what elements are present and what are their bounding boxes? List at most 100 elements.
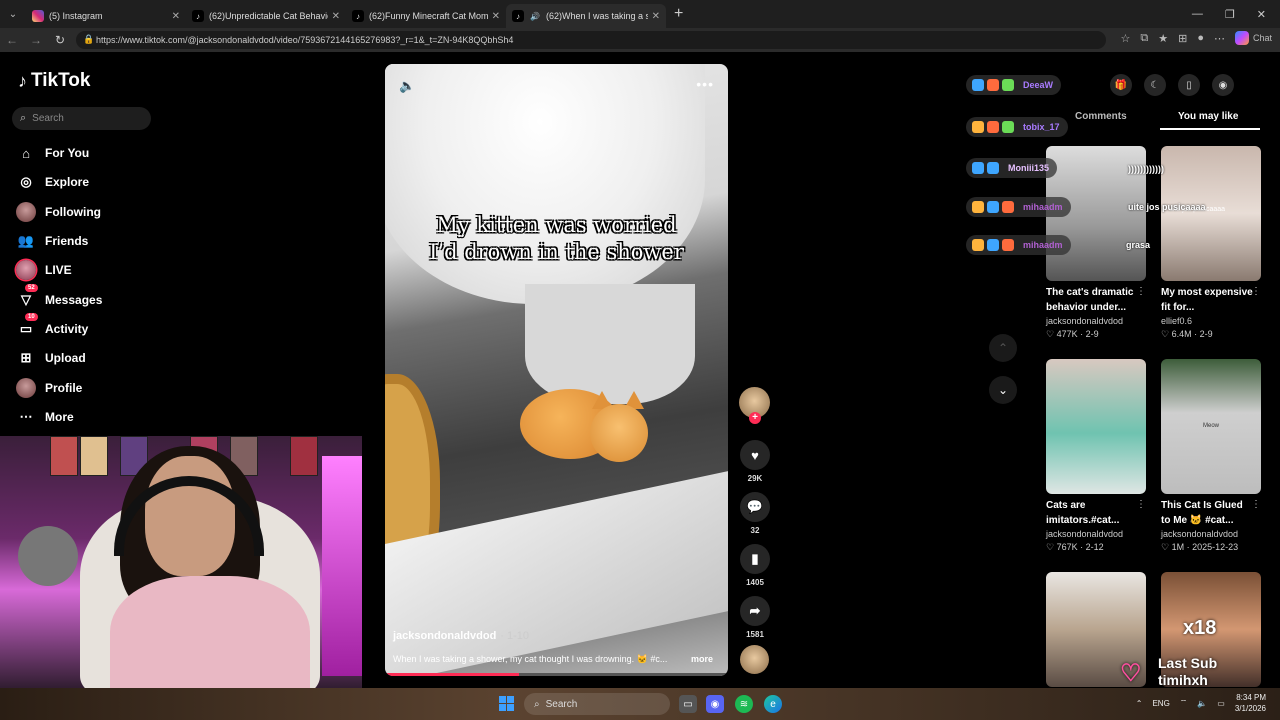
sidebar-item-profile[interactable]: Profile <box>16 377 82 399</box>
close-window-icon[interactable]: ✕ <box>1257 8 1266 21</box>
url-field[interactable]: 🔒 https://www.tiktok.com/@jacksondonaldv… <box>76 31 1106 49</box>
comment-action[interactable]: 💬 32 <box>739 492 771 535</box>
wifi-icon[interactable]: ⌔ <box>1180 698 1188 708</box>
video-player[interactable]: My kitten was worried I’d drown in the s… <box>385 64 728 676</box>
save-action[interactable]: ▮ 1405 <box>739 544 771 587</box>
volume-icon[interactable]: 🔈 <box>1197 699 1207 708</box>
sidebar-item-live[interactable]: LIVE <box>16 259 72 281</box>
card-author[interactable]: ellief0.6 <box>1161 316 1261 326</box>
new-tab-button[interactable]: + <box>674 5 683 23</box>
maximize-icon[interactable]: ❐ <box>1225 8 1235 21</box>
extensions-icon[interactable]: ⧉ <box>1140 32 1148 45</box>
settings-more-icon[interactable]: ⋯ <box>1214 32 1225 45</box>
share-action[interactable]: ➦ 1581 <box>739 596 771 639</box>
clock[interactable]: 8:34 PM 3/1/2026 <box>1235 692 1266 714</box>
card-more-icon[interactable]: ⋮ <box>1251 286 1261 297</box>
video-author[interactable]: jacksondonaldvdod · 1-10 <box>393 630 529 642</box>
sidebar-item-messages[interactable]: ▽ 52 Messages <box>16 284 103 311</box>
minimize-icon[interactable]: — <box>1192 8 1203 20</box>
favorite-star-icon[interactable]: ☆ <box>1121 32 1131 45</box>
copilot-chat-button[interactable]: Chat <box>1234 31 1272 45</box>
lock-icon[interactable]: 🔒 <box>83 34 94 45</box>
close-tab-icon[interactable]: ✕ <box>172 11 180 22</box>
tab-comments[interactable]: Comments <box>1075 111 1127 122</box>
refresh-icon[interactable]: ↻ <box>48 33 72 47</box>
sidebar-item-explore[interactable]: ◎ Explore <box>16 171 89 193</box>
close-tab-icon[interactable]: ✕ <box>332 11 340 22</box>
card-thumbnail[interactable]: Meow <box>1161 359 1261 494</box>
card-more-icon[interactable]: ⋮ <box>1136 286 1146 297</box>
follow-plus-icon[interactable]: + <box>749 412 761 424</box>
card-title[interactable]: This Cat Is Glued to Me 🐱 #cat... <box>1161 498 1261 528</box>
collections-icon[interactable]: ⊞ <box>1178 32 1187 45</box>
forward-icon[interactable]: → <box>24 33 48 47</box>
badge-icon <box>987 79 999 91</box>
sidebar-item-activity[interactable]: ▭ 10 Activity <box>16 313 88 340</box>
card-author[interactable]: jacksondonaldvdod <box>1161 529 1261 539</box>
favorites-icon[interactable]: ★ <box>1158 32 1168 45</box>
card-title[interactable]: My most expensive fit for... <box>1161 285 1261 315</box>
recommended-card[interactable]: ⋮ Cats are imitators.#cat... jacksondona… <box>1046 359 1146 553</box>
tray-chevron-icon[interactable]: ⌃ <box>1136 699 1143 708</box>
chat-message: uite jos pusicaaaa <box>1128 202 1206 212</box>
user-avatar[interactable]: ◉ <box>1212 74 1234 96</box>
recommended-card[interactable]: Meow ⋮ This Cat Is Glued to Me 🐱 #cat...… <box>1161 359 1261 553</box>
card-title[interactable]: Cats are imitators.#cat... <box>1046 498 1146 528</box>
comment-icon[interactable]: 💬 <box>740 492 770 522</box>
speaker-icon[interactable]: 🔊 <box>529 10 541 22</box>
author-name[interactable]: jacksondonaldvdod <box>393 630 496 642</box>
tiktok-note-icon: ♪ <box>18 70 27 91</box>
video-progress-bar[interactable] <box>385 673 728 676</box>
like-action[interactable]: ♥ 29K <box>739 440 771 483</box>
moon-icon[interactable]: ☾ <box>1144 74 1166 96</box>
tab-you-may-like[interactable]: You may like <box>1178 111 1238 122</box>
card-thumbnail[interactable]: uite jos pusicaaaa <box>1161 146 1261 281</box>
card-title[interactable]: The cat's dramatic behavior under... <box>1046 285 1146 315</box>
card-more-icon[interactable]: ⋮ <box>1251 499 1261 510</box>
profile-icon[interactable]: ● <box>1197 32 1204 44</box>
sidebar-item-following[interactable]: Following <box>16 201 101 223</box>
sound-avatar[interactable] <box>740 645 769 674</box>
chat-row: mihaadm <box>966 197 1071 217</box>
sidebar-item-for-you[interactable]: ⌂ For You <box>16 142 89 164</box>
browser-tab-tiktok-1[interactable]: ♪ (62)Unpredictable Cat Behavior th ✕ <box>186 4 346 28</box>
share-icon[interactable]: ➦ <box>740 596 770 626</box>
gift-icon[interactable]: 🎁 <box>1110 74 1132 96</box>
volume-icon[interactable]: 🔈 <box>399 78 415 94</box>
description-more-link[interactable]: more <box>691 654 713 665</box>
browser-tab-tiktok-2[interactable]: ♪ (62)Funny Minecraft Cat Moments ✕ <box>346 4 506 28</box>
sidebar-item-friends[interactable]: 👥 Friends <box>16 230 88 252</box>
browser-tab-instagram[interactable]: (5) Instagram ✕ <box>26 4 186 28</box>
spotify-icon[interactable]: ≋ <box>735 695 753 713</box>
edge-icon[interactable]: e <box>764 695 782 713</box>
task-view-icon[interactable]: ▭ <box>679 695 697 713</box>
video-more-icon[interactable]: ••• <box>696 76 714 92</box>
browser-tab-tiktok-active[interactable]: ♪ 🔊 (62)When I was taking a show ✕ <box>506 4 666 28</box>
sidebar-item-more[interactable]: ⋯ More <box>16 406 74 428</box>
close-tab-icon[interactable]: ✕ <box>652 11 660 22</box>
scroll-up-button[interactable]: ⌃ <box>989 334 1017 362</box>
card-thumbnail[interactable] <box>1046 359 1146 494</box>
tab-list-menu-icon[interactable]: ⌄ <box>0 0 26 28</box>
search-input[interactable]: ⌕ Search <box>12 107 151 130</box>
back-icon[interactable]: ← <box>0 33 24 47</box>
tiktok-logo[interactable]: ♪ TikTok <box>18 70 90 92</box>
taskbar-search[interactable]: ⌕ Search <box>524 693 670 715</box>
card-more-icon[interactable]: ⋮ <box>1136 499 1146 510</box>
heart-icon[interactable]: ♥ <box>740 440 770 470</box>
bookmark-icon[interactable]: ▮ <box>740 544 770 574</box>
chat-username: tobix_17 <box>1023 122 1060 132</box>
sidebar-item-upload[interactable]: ⊞ Upload <box>16 347 86 369</box>
close-tab-icon[interactable]: ✕ <box>492 11 500 22</box>
language-indicator[interactable]: ENG <box>1152 699 1169 708</box>
scroll-down-button[interactable]: ⌄ <box>989 376 1017 404</box>
app-icon[interactable]: ▯ <box>1178 74 1200 96</box>
card-author[interactable]: jacksondonaldvdod <box>1046 529 1146 539</box>
windows-start-icon[interactable] <box>499 696 514 711</box>
description-text: When I was taking a shower, my cat thoug… <box>393 654 668 664</box>
recommended-card[interactable]: uite jos pusicaaaa ⋮ My most expensive f… <box>1161 146 1261 340</box>
card-author[interactable]: jacksondonaldvdod <box>1046 316 1146 326</box>
discord-icon[interactable]: ◉ <box>706 695 724 713</box>
battery-icon[interactable]: ▭ <box>1217 699 1225 708</box>
sidebar-item-label: Messages <box>45 293 103 307</box>
